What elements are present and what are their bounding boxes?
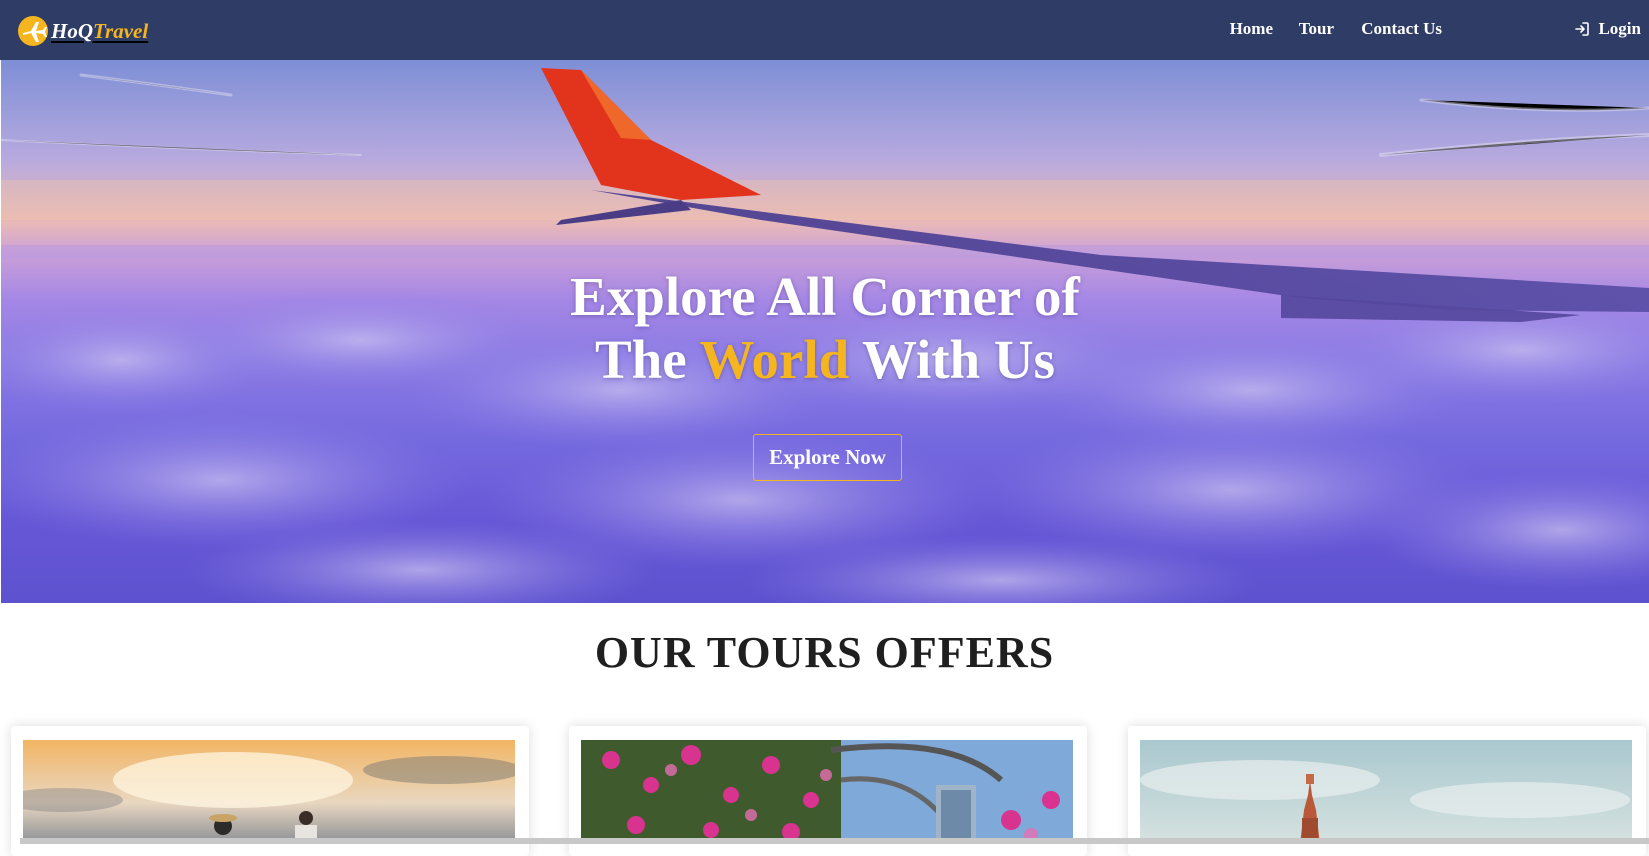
tour-card[interactable] — [569, 726, 1087, 856]
nav-tour-link[interactable]: Tour — [1299, 19, 1334, 39]
tour-card-image[interactable] — [581, 740, 1073, 844]
horizontal-scrollbar[interactable] — [20, 838, 1649, 844]
hero-heading-post: With Us — [849, 329, 1056, 390]
nav-home-link[interactable]: Home — [1230, 19, 1273, 39]
nav-contact-link[interactable]: Contact Us — [1361, 19, 1442, 39]
login-label: Login — [1598, 19, 1641, 38]
brand-logo[interactable]: HoQTravel — [17, 14, 148, 48]
hero-heading-line2: The World With Us — [1, 328, 1649, 391]
brand-name: HoQTravel — [51, 19, 148, 44]
tours-section-title: OUR TOURS OFFERS — [594, 628, 1055, 677]
tour-card[interactable] — [11, 726, 529, 856]
top-navbar: HoQTravel Home Tour Contact Us Login — [0, 0, 1649, 60]
hero-heading: Explore All Corner of The World With Us — [1, 265, 1649, 391]
hero-heading-line1: Explore All Corner of — [570, 266, 1080, 327]
hero-heading-accent: World — [699, 329, 850, 390]
hero-banner: Explore All Corner of The World With Us — [1, 60, 1649, 603]
tour-card-image[interactable] — [1140, 740, 1632, 844]
hero-heading-pre: The — [594, 329, 700, 390]
tour-card[interactable] — [1128, 726, 1646, 856]
explore-now-button[interactable]: Explore Now — [753, 434, 902, 481]
brand-name-part2: Travel — [93, 18, 149, 43]
airplane-logo-icon — [17, 15, 49, 47]
brand-name-part1: HoQ — [51, 18, 93, 43]
login-icon — [1574, 21, 1590, 37]
login-link[interactable]: Login — [1574, 19, 1641, 39]
tour-card-image[interactable] — [23, 740, 515, 844]
